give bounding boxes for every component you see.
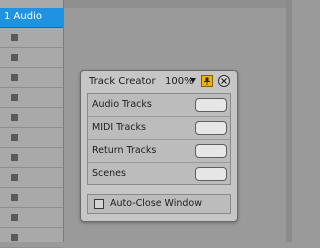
midi-tracks-label: MIDI Tracks [92, 122, 146, 133]
return-tracks-row: Return Tracks [88, 140, 230, 163]
stop-square-icon[interactable] [11, 54, 18, 61]
clip-slot[interactable] [0, 208, 63, 228]
clip-slot[interactable] [0, 88, 63, 108]
stop-square-icon[interactable] [11, 154, 18, 161]
clip-slot[interactable] [0, 48, 63, 68]
close-icon [221, 78, 227, 84]
clip-slot[interactable] [0, 108, 63, 128]
audio-tracks-input[interactable] [195, 98, 227, 112]
clip-slot[interactable] [0, 168, 63, 188]
right-scroll-strip[interactable] [286, 0, 292, 242]
auto-close-checkbox[interactable] [94, 199, 104, 209]
pin-button[interactable] [201, 75, 213, 87]
return-tracks-input[interactable] [195, 144, 227, 158]
stop-square-icon[interactable] [11, 214, 18, 221]
track-name: 1 Audio [4, 11, 42, 22]
pin-icon [204, 77, 210, 85]
arrangement-top-strip [64, 0, 292, 8]
scenes-input[interactable] [195, 167, 227, 181]
clip-slot[interactable] [0, 28, 63, 48]
scenes-label: Scenes [92, 168, 126, 179]
stop-square-icon[interactable] [11, 134, 18, 141]
clip-slot[interactable] [0, 148, 63, 168]
stop-square-icon[interactable] [11, 34, 18, 41]
close-button[interactable] [218, 75, 230, 87]
stop-square-icon[interactable] [11, 174, 18, 181]
dialog-title: Track Creator [89, 76, 156, 87]
return-tracks-label: Return Tracks [92, 145, 157, 156]
triangle-down-icon[interactable] [190, 78, 196, 83]
auto-close-panel: Auto-Close Window [87, 194, 231, 214]
track-creator-dialog: Track Creator 100% Audio Tracks MIDI Tra… [80, 70, 238, 222]
auto-close-label[interactable]: Auto-Close Window [110, 198, 202, 209]
dialog-title-bar[interactable]: Track Creator 100% [81, 71, 237, 91]
stop-square-icon[interactable] [11, 234, 18, 241]
stop-square-icon[interactable] [11, 94, 18, 101]
clip-slot[interactable] [0, 228, 63, 248]
session-track-column: 1 Audio [0, 0, 64, 248]
midi-tracks-input[interactable] [195, 121, 227, 135]
track-count-panel: Audio Tracks MIDI Tracks Return Tracks S… [87, 93, 231, 185]
stop-square-icon[interactable] [11, 74, 18, 81]
midi-tracks-row: MIDI Tracks [88, 117, 230, 140]
clip-slot[interactable] [0, 188, 63, 208]
audio-tracks-row: Audio Tracks [88, 94, 230, 117]
audio-tracks-label: Audio Tracks [92, 99, 152, 110]
stop-square-icon[interactable] [11, 114, 18, 121]
scenes-row: Scenes [88, 163, 230, 186]
clip-slot[interactable] [0, 68, 63, 88]
stop-square-icon[interactable] [11, 194, 18, 201]
clip-slot[interactable] [0, 128, 63, 148]
track-header-1-audio[interactable]: 1 Audio [0, 8, 63, 28]
